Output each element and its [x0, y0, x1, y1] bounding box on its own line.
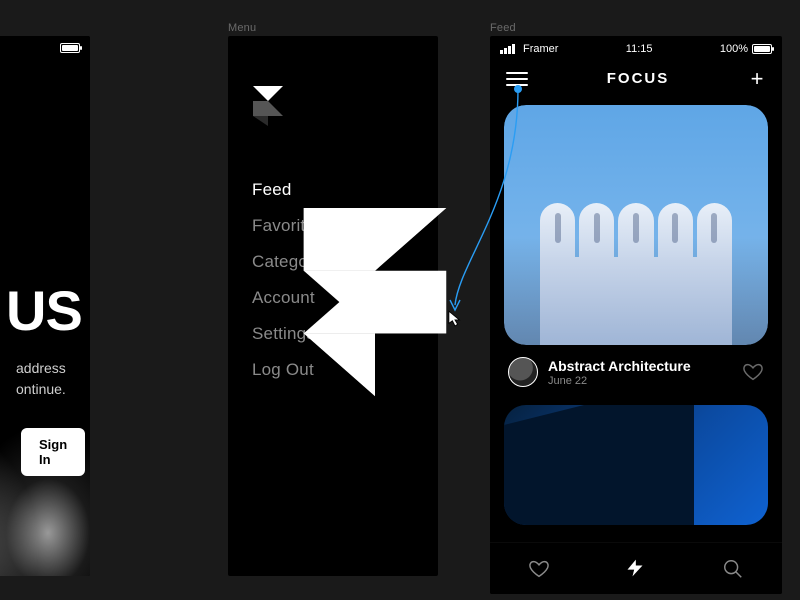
- status-time: 11:15: [626, 43, 653, 55]
- menu-list: Feed Favorites Categories Account Settin…: [228, 166, 438, 388]
- tab-bar: [490, 542, 782, 594]
- menu-item-favorites[interactable]: Favorites: [252, 208, 438, 244]
- feed-card-2[interactable]: [504, 405, 768, 525]
- card-meta: Abstract Architecture June 22: [490, 345, 782, 391]
- feed-header: FOCUS +: [490, 58, 782, 97]
- card-title: Abstract Architecture: [548, 358, 691, 374]
- signin-title-fragment: US: [6, 286, 74, 336]
- menu-item-account[interactable]: Account: [252, 280, 438, 316]
- app-logo-icon: [252, 86, 284, 126]
- signin-sub-line1: address: [16, 358, 74, 379]
- tab-favorites-heart-icon[interactable]: [528, 558, 550, 580]
- battery-percent: 100%: [720, 43, 748, 55]
- signal-icon: [500, 44, 515, 54]
- menu-item-categories[interactable]: Categories: [252, 244, 438, 280]
- frame-label-feed: Feed: [490, 22, 516, 34]
- signin-sub-line2: ontinue.: [16, 379, 74, 400]
- sign-in-button[interactable]: Sign In: [21, 428, 85, 476]
- frame-label-menu: Menu: [228, 22, 256, 34]
- tab-feed-bolt-icon[interactable]: [625, 558, 647, 580]
- menu-item-logout[interactable]: Log Out: [252, 352, 438, 388]
- frame-signin[interactable]: 100% US address ontinue. Sign In: [0, 36, 90, 576]
- design-canvas[interactable]: Menu Feed 100% US address ontinue. Sign …: [0, 0, 800, 600]
- carrier-label: Framer: [523, 43, 558, 55]
- tab-search-icon[interactable]: [722, 558, 744, 580]
- status-bar: Framer 11:15 100%: [490, 36, 782, 58]
- add-button[interactable]: +: [748, 72, 766, 86]
- like-button-heart-icon[interactable]: [742, 361, 764, 383]
- feed-card-1[interactable]: [504, 105, 768, 345]
- frame-feed[interactable]: Framer 11:15 100% FOCUS + Abstr: [490, 36, 782, 594]
- menu-item-settings[interactable]: Settings: [252, 316, 438, 352]
- author-avatar[interactable]: [508, 357, 538, 387]
- mouse-cursor-icon: [448, 310, 462, 328]
- menu-item-feed[interactable]: Feed: [252, 172, 438, 208]
- card-image: [504, 105, 768, 345]
- frame-menu[interactable]: Feed Favorites Categories Account Settin…: [228, 36, 438, 576]
- card-date: June 22: [548, 375, 691, 387]
- battery-icon: [752, 44, 772, 54]
- feed-title: FOCUS: [607, 70, 670, 87]
- hamburger-menu-icon[interactable]: [506, 72, 528, 86]
